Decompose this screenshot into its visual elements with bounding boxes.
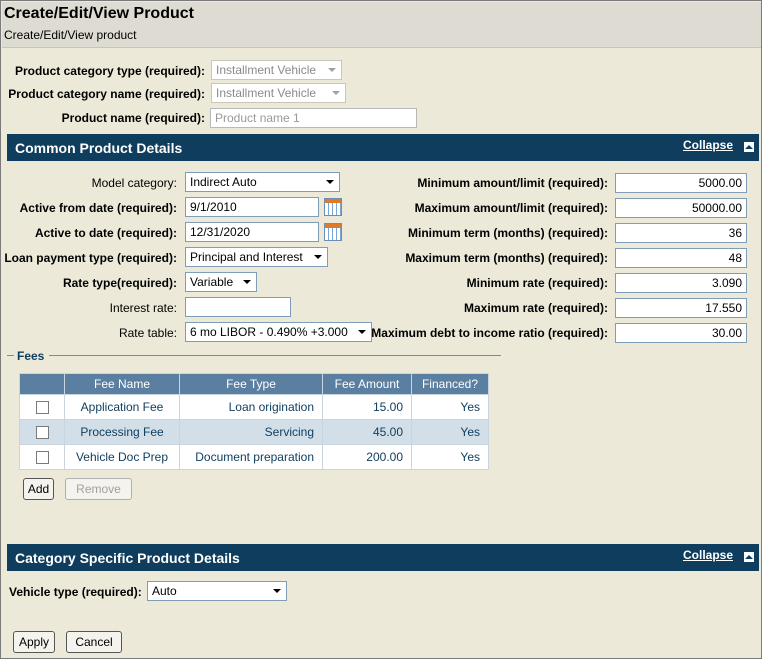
fee-type-cell: Document preparation [179,444,323,470]
min-rate-label: Minimum rate (required): [466,276,608,290]
rate-type-select[interactable]: Variable [185,272,257,292]
model-category-value: Indirect Auto [190,175,257,189]
table-row[interactable]: Vehicle Doc Prep Document preparation 20… [19,444,489,470]
category-type-value: Installment Vehicle [216,63,317,77]
product-name-label: Product name (required): [61,111,205,125]
chevron-down-icon [270,582,284,600]
fee-financed-cell: Yes [411,419,489,445]
page-subtitle: Create/Edit/View product [4,28,137,42]
fee-amount-cell: 45.00 [322,419,412,445]
min-term-label: Minimum term (months) (required): [408,226,608,240]
active-to-label: Active to date (required): [34,226,177,240]
active-from-label: Active from date (required): [19,201,177,215]
row-select-cell [19,444,65,470]
cancel-button[interactable]: Cancel [66,631,122,653]
row-checkbox[interactable] [35,451,49,465]
fee-financed-cell: Yes [411,394,489,420]
max-term-label: Maximum term (months) (required): [405,251,608,265]
rate-table-value: 6 mo LIBOR - 0.490% +3.000 [190,325,348,339]
table-row[interactable]: Application Fee Loan origination 15.00 Y… [19,394,489,420]
chevron-down-icon [240,273,254,291]
fees-divider [49,355,501,356]
product-name-input[interactable]: Product name 1 [210,108,417,128]
category-name-label: Product category name (required): [8,87,205,101]
min-term-input[interactable]: 36 [615,223,747,243]
category-collapse-link[interactable]: Collapse [683,548,733,562]
rate-table-select[interactable]: 6 mo LIBOR - 0.490% +3.000 [185,322,372,342]
window-frame: Create/Edit/View Product Create/Edit/Vie… [0,0,762,659]
table-row[interactable]: Processing Fee Servicing 45.00 Yes [19,419,489,445]
max-amount-input[interactable]: 50000.00 [615,198,747,218]
rate-table-label: Rate table: [118,326,177,340]
collapse-up-icon[interactable] [744,142,754,152]
row-checkbox[interactable] [35,426,49,440]
common-details-band: Common Product Details Collapse [7,134,759,161]
page-header: Create/Edit/View Product Create/Edit/Vie… [2,2,761,48]
select-column-header [19,373,65,395]
fees-legend: Fees [17,349,45,363]
max-dti-input[interactable]: 30.00 [615,323,747,343]
fee-financed-cell: Yes [411,444,489,470]
row-select-cell [19,419,65,445]
category-name-value: Installment Vehicle [216,86,317,100]
collapse-up-icon[interactable] [744,552,754,562]
common-details-title: Common Product Details [15,140,183,156]
common-collapse-link[interactable]: Collapse [683,138,733,152]
max-dti-label: Maximum debt to income ratio (required): [371,326,608,340]
max-amount-label: Maximum amount/limit (required): [414,201,608,215]
apply-button[interactable]: Apply [13,631,55,653]
max-rate-input[interactable]: 17.550 [615,298,747,318]
fee-name-cell: Application Fee [64,394,180,420]
vehicle-type-label: Vehicle type (required): [9,585,142,599]
fee-type-cell: Loan origination [179,394,323,420]
chevron-down-icon [325,61,339,79]
min-rate-input[interactable]: 3.090 [615,273,747,293]
interest-rate-label: Interest rate: [109,301,177,315]
row-checkbox[interactable] [35,401,49,415]
max-term-input[interactable]: 48 [615,248,747,268]
category-type-label: Product category type (required): [14,64,205,78]
interest-rate-input[interactable] [185,297,291,317]
category-details-title: Category Specific Product Details [15,550,240,566]
category-details-band: Category Specific Product Details Collap… [7,544,759,571]
active-from-input[interactable]: 9/1/2010 [185,197,319,217]
max-rate-label: Maximum rate (required): [463,301,608,315]
column-header[interactable]: Fee Amount [322,373,412,395]
model-category-label: Model category: [91,176,177,190]
fee-type-cell: Servicing [179,419,323,445]
category-name-select[interactable]: Installment Vehicle [211,83,346,103]
min-amount-input[interactable]: 5000.00 [615,173,747,193]
calendar-icon[interactable] [324,223,342,241]
fee-amount-cell: 15.00 [322,394,412,420]
fee-name-cell: Vehicle Doc Prep [64,444,180,470]
add-fee-button[interactable]: Add [23,478,54,500]
calendar-icon[interactable] [324,198,342,216]
column-header[interactable]: Financed? [411,373,489,395]
vehicle-type-value: Auto [152,584,177,598]
fee-amount-cell: 200.00 [322,444,412,470]
fees-table: Fee Name Fee Type Fee Amount Financed? A… [19,373,489,470]
column-header[interactable]: Fee Name [64,373,180,395]
page-title: Create/Edit/View Product [4,5,194,22]
rate-type-label: Rate type(required): [62,276,177,290]
rate-type-value: Variable [190,275,234,289]
fees-divider [7,355,14,356]
active-to-input[interactable]: 12/31/2020 [185,222,319,242]
model-category-select[interactable]: Indirect Auto [185,172,340,192]
chevron-down-icon [311,248,325,266]
fee-name-cell: Processing Fee [64,419,180,445]
loan-payment-type-select[interactable]: Principal and Interest [185,247,328,267]
loan-payment-type-label: Loan payment type (required): [4,251,177,265]
row-select-cell [19,394,65,420]
chevron-down-icon [329,84,343,102]
column-header[interactable]: Fee Type [179,373,323,395]
category-type-select[interactable]: Installment Vehicle [211,60,342,80]
vehicle-type-select[interactable]: Auto [147,581,287,601]
chevron-down-icon [323,173,337,191]
fees-header-row: Fee Name Fee Type Fee Amount Financed? [19,373,489,395]
min-amount-label: Minimum amount/limit (required): [417,176,608,190]
remove-fee-button[interactable]: Remove [65,478,132,500]
chevron-down-icon [355,323,369,341]
loan-payment-type-value: Principal and Interest [190,250,303,264]
